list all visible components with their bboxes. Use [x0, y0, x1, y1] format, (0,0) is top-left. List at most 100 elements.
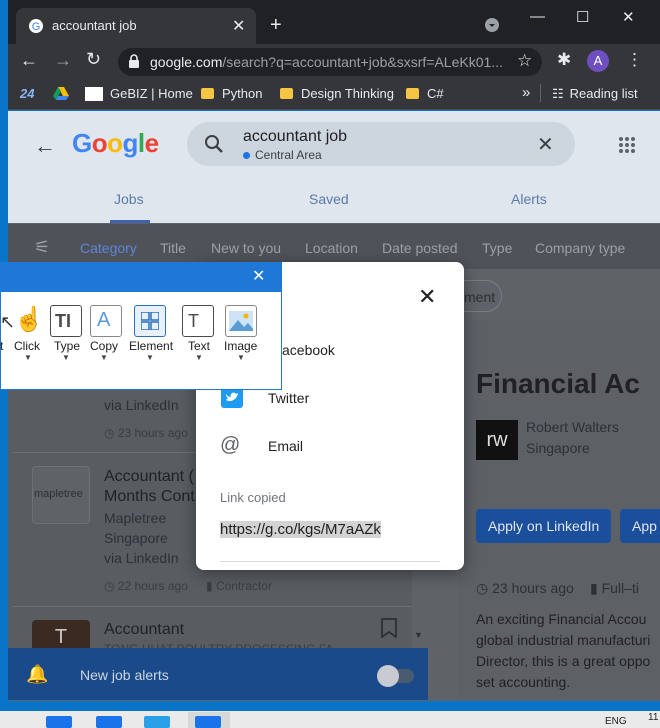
new-tab-button[interactable]: +: [270, 14, 282, 37]
reading-list-icon: ☷: [552, 86, 564, 101]
clear-search-icon[interactable]: ✕: [537, 132, 554, 157]
partial-tool-icon: ↖: [0, 312, 16, 332]
job-alerts-bar: [8, 648, 428, 700]
tab-alerts[interactable]: Alerts: [511, 191, 547, 207]
job-3-logo: T: [32, 620, 90, 650]
snip-tool-partial[interactable]: t: [0, 339, 3, 353]
element-grid-icon: [141, 312, 159, 330]
job-2-title-line-2[interactable]: Months Cont: [104, 488, 195, 506]
drive-icon[interactable]: [53, 86, 69, 100]
bookmark-icon[interactable]: [380, 618, 398, 638]
bookmark-csharp[interactable]: C#: [406, 86, 444, 101]
bookmark-design-thinking[interactable]: Design Thinking: [280, 86, 394, 101]
bookmark-python[interactable]: Python: [201, 86, 262, 101]
job-2-title-line-1[interactable]: Accountant (: [104, 468, 194, 486]
snip-tool-copy[interactable]: Copy: [90, 339, 118, 353]
snip-tool-text[interactable]: Text: [188, 339, 210, 353]
snip-toolbar-header[interactable]: [0, 262, 282, 292]
taskbar-app-icon[interactable]: [46, 716, 72, 728]
forward-icon[interactable]: →: [54, 50, 72, 71]
text-tool-glyph: T: [188, 311, 199, 331]
click-tool-icon[interactable]: ☝: [14, 305, 44, 334]
share-close-icon[interactable]: ✕: [418, 284, 436, 310]
search-icon: [205, 135, 223, 153]
snip-close-icon[interactable]: ✕: [252, 266, 265, 286]
google-logo: Google: [72, 128, 159, 158]
back-icon[interactable]: ←: [20, 50, 38, 71]
divider: [540, 84, 541, 102]
bookmarks-overflow-button[interactable]: »: [522, 84, 530, 101]
mapletree-logo-text: mapletree: [34, 488, 83, 500]
job-2-type: ▮ Contractor: [206, 579, 272, 593]
tab-jobs[interactable]: Jobs: [114, 191, 144, 207]
tab-saved[interactable]: Saved: [309, 191, 349, 207]
chevron-down-icon[interactable]: ▼: [195, 353, 203, 362]
bookmark-star-icon[interactable]: ☆: [517, 51, 532, 71]
reading-list-button[interactable]: ☷ Reading list: [552, 86, 638, 102]
share-facebook-label[interactable]: acebook: [282, 342, 335, 358]
clock-icon: ◷: [476, 580, 493, 596]
extensions-icon[interactable]: ✱: [557, 50, 571, 70]
job-1-via: via LinkedIn: [104, 397, 179, 413]
filter-new-to-you[interactable]: New to you: [211, 240, 281, 256]
apps-grid-icon[interactable]: [618, 136, 636, 154]
location-dot-icon: [243, 152, 250, 159]
share-link-url[interactable]: https://g.co/kgs/M7aAZk: [220, 521, 381, 538]
snip-tool-image[interactable]: Image: [224, 339, 257, 353]
job-3-title[interactable]: Accountant: [104, 621, 184, 639]
detail-desc-line: global industrial manufacturi: [476, 632, 651, 648]
job-2-location: Singapore: [104, 530, 168, 546]
scroll-down-icon[interactable]: ▼: [414, 630, 423, 640]
search-query-text[interactable]: accountant job: [243, 128, 347, 146]
share-email-label[interactable]: Email: [268, 438, 303, 454]
toggle-knob: [377, 665, 399, 687]
briefcase-icon: ▮: [206, 579, 216, 593]
tab-search-icon[interactable]: [485, 18, 499, 32]
link-underline: [220, 561, 440, 562]
email-at-icon[interactable]: @: [220, 434, 240, 457]
menu-icon[interactable]: ⋮: [626, 50, 643, 70]
bell-icon: 🔔: [26, 664, 49, 684]
chevron-down-icon[interactable]: ▼: [146, 353, 154, 362]
filter-type[interactable]: Type: [482, 240, 512, 256]
snip-tool-element[interactable]: Element: [129, 339, 173, 353]
maximize-icon[interactable]: ☐: [576, 8, 589, 26]
detail-location: Singapore: [526, 440, 590, 456]
taskbar-language[interactable]: ENG: [605, 716, 627, 727]
taskbar-app-icon[interactable]: [195, 716, 221, 728]
filter-category[interactable]: Category: [80, 240, 137, 256]
chevron-down-icon[interactable]: ▼: [237, 353, 245, 362]
tab-title: accountant job: [52, 18, 137, 33]
job-1-age: ◷ 23 hours ago: [104, 426, 188, 440]
profile-avatar[interactable]: A: [587, 50, 609, 72]
clock-icon: ◷: [104, 426, 118, 440]
filter-company-type[interactable]: Company type: [535, 240, 625, 256]
chevron-down-icon[interactable]: ▼: [100, 353, 108, 362]
filter-title[interactable]: Title: [160, 240, 186, 256]
chevron-down-icon[interactable]: ▼: [24, 353, 32, 362]
filter-location[interactable]: Location: [305, 240, 358, 256]
minimize-icon[interactable]: —: [530, 8, 545, 25]
bookmark-gebiz[interactable]: GeBIZ | Home: [110, 86, 193, 101]
filter-date-posted[interactable]: Date posted: [382, 240, 458, 256]
alerts-label: New job alerts: [80, 667, 169, 683]
url-text: google.com/search?q=accountant+job&sxsrf…: [150, 54, 503, 70]
window-close-icon[interactable]: ✕: [622, 8, 635, 26]
bookmark-24[interactable]: 24: [20, 86, 34, 101]
apply-linkedin-button[interactable]: Apply on LinkedIn: [476, 509, 612, 543]
taskbar-clock[interactable]: 11: [648, 712, 658, 723]
share-twitter-label[interactable]: Twitter: [268, 390, 309, 406]
back-arrow-icon[interactable]: ←: [34, 133, 56, 159]
snip-tool-click[interactable]: Click: [14, 339, 40, 353]
reload-icon[interactable]: ↻: [86, 49, 101, 70]
svg-text:G: G: [32, 21, 41, 33]
apply-other-button[interactable]: App: [620, 509, 660, 543]
taskbar-app-icon[interactable]: [144, 716, 170, 728]
filter-sliders-icon[interactable]: ⚟: [34, 237, 50, 258]
snip-tool-type[interactable]: Type: [54, 339, 80, 353]
active-tab-indicator: [110, 220, 150, 223]
tab-close-button[interactable]: ✕: [232, 16, 245, 36]
chevron-down-icon[interactable]: ▼: [62, 353, 70, 362]
job-2-age: ◷ 22 hours ago: [104, 579, 188, 593]
taskbar-app-icon[interactable]: [96, 716, 122, 728]
